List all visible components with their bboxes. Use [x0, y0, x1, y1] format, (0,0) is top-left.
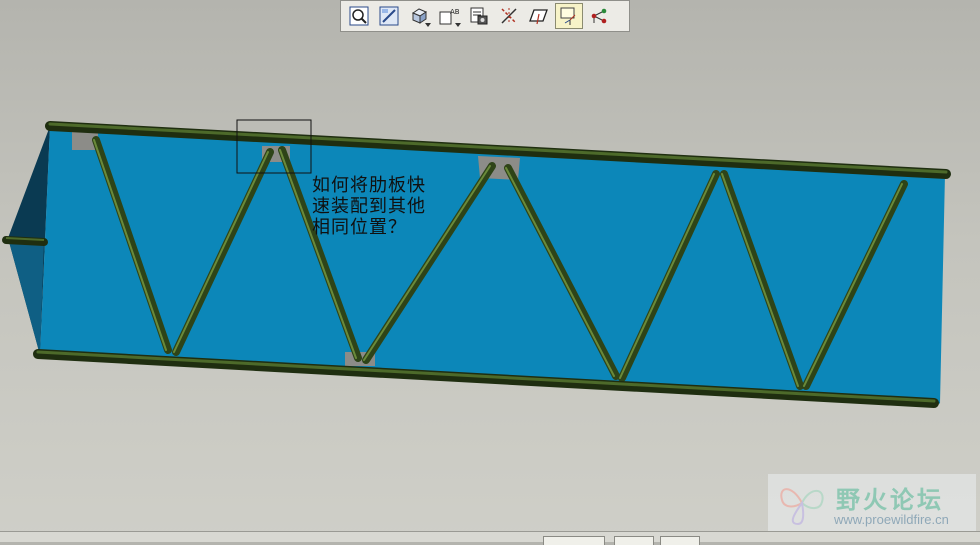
layers-icon — [470, 7, 488, 25]
point-display-button[interactable] — [585, 3, 613, 29]
csys-display-button[interactable] — [555, 3, 583, 29]
zoom-fit-button[interactable] — [345, 3, 373, 29]
point-display-icon — [591, 8, 607, 24]
status-bar — [0, 531, 980, 545]
end-chord — [2, 236, 48, 246]
plane-display-icon — [529, 9, 548, 25]
chevron-down-icon — [455, 23, 461, 27]
view-toolbar: AB — [340, 0, 630, 32]
repaint-button[interactable] — [375, 3, 403, 29]
butterfly-logo-icon — [780, 488, 824, 526]
chevron-down-icon — [425, 23, 431, 27]
annotation-question-text: 如何将肋板快 速装配到其他 相同位置？ — [312, 175, 426, 238]
saved-view-button[interactable]: AB — [435, 3, 463, 29]
watermark-site-name: 野火论坛 — [836, 486, 944, 514]
watermark-url: www.proewildfire.cn — [834, 512, 949, 527]
svg-text:AB: AB — [450, 8, 460, 16]
repaint-icon — [379, 6, 399, 26]
truss-end-face-lower — [8, 238, 44, 355]
axis-display-button[interactable] — [495, 3, 523, 29]
layers-button[interactable] — [465, 3, 493, 29]
3d-model-viewport[interactable] — [0, 0, 980, 531]
axis-display-icon — [501, 8, 517, 24]
zoom-fit-icon — [349, 6, 369, 26]
forum-watermark: 野火论坛 www.proewildfire.cn — [768, 474, 976, 532]
plane-display-button[interactable] — [525, 3, 553, 29]
csys-display-icon — [560, 7, 576, 25]
shading-button[interactable] — [405, 3, 433, 29]
